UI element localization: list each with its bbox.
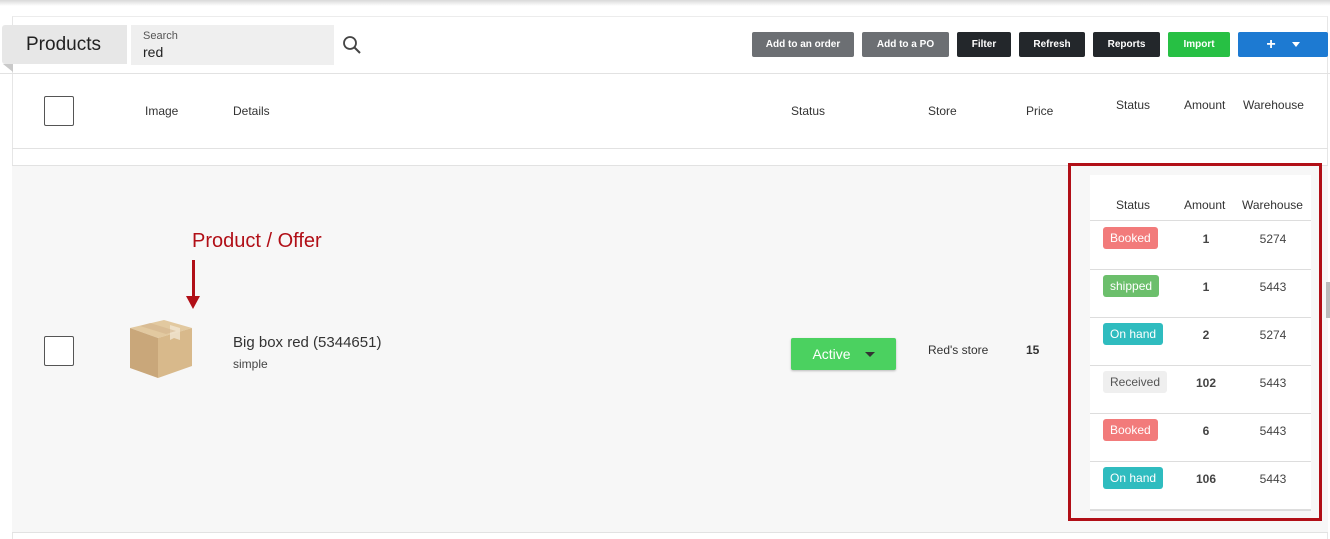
product-type: simple [233,357,268,371]
column-store: Store [928,104,957,118]
select-all-checkbox[interactable] [44,96,74,126]
row-checkbox[interactable] [44,336,74,366]
annotation-label: Product / Offer [192,230,322,252]
page-header: Products Search red Add to an order Add … [0,16,1330,74]
page-title: Products [2,25,127,72]
add-to-order-button[interactable]: Add to an order [752,32,854,57]
add-to-po-button[interactable]: Add to a PO [862,32,949,57]
store-name: Red's store [928,343,989,357]
price-value: 15 [1026,343,1040,357]
reports-button[interactable]: Reports [1093,32,1160,57]
column-inventory-status: Status [1116,98,1151,112]
product-name[interactable]: Big box red (5344651) [233,334,381,351]
column-inventory-amount: Amount [1184,98,1226,112]
plus-icon: + [1266,35,1276,53]
status-dropdown[interactable]: Active [791,338,896,370]
column-image: Image [145,104,179,118]
import-button[interactable]: Import [1168,32,1230,57]
annotation-arrow [192,260,195,298]
search-label: Search [143,30,178,42]
column-status: Status [791,104,826,118]
column-details: Details [233,104,270,118]
scrollbar-thumb[interactable] [1326,282,1330,318]
refresh-button[interactable]: Refresh [1019,32,1085,57]
top-shadow [0,0,1330,6]
cardboard-box-icon [130,320,192,378]
search-value[interactable]: red [143,44,163,60]
chevron-down-icon [1291,42,1300,47]
search-input[interactable]: Search red [131,25,334,65]
status-dropdown-label: Active [812,346,851,362]
column-price: Price [1026,104,1054,118]
inventory-highlight-box [1068,163,1322,521]
add-dropdown-button[interactable]: + [1238,32,1328,57]
chevron-down-icon [864,351,875,357]
filter-button[interactable]: Filter [957,32,1011,57]
arrow-down-icon [186,296,200,309]
table-header: Image Details Status Store Price Status … [12,74,1328,149]
column-inventory-warehouse: Warehouse [1243,98,1304,112]
search-icon[interactable] [342,35,362,55]
